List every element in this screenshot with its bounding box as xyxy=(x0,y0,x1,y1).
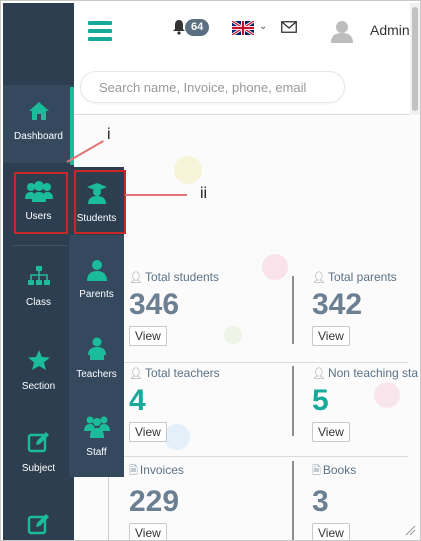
sidebar-item-dashboard[interactable]: Dashboard xyxy=(3,85,74,163)
group-icon xyxy=(83,416,110,438)
submenu-item-label: Staff xyxy=(86,447,107,458)
submenu-item-label: Teachers xyxy=(76,369,117,380)
annotation-label-i: i xyxy=(107,126,111,143)
scrollbar-thumb[interactable] xyxy=(412,7,418,111)
submenu-item-teachers[interactable]: Teachers xyxy=(69,333,124,393)
stat-title: Total students xyxy=(144,270,220,284)
bell-icon[interactable] xyxy=(172,19,186,35)
highlight-users xyxy=(14,172,68,234)
decor-bubble xyxy=(262,254,288,280)
sidebar-item-label: Dashboard xyxy=(14,131,63,142)
stat-value: 346 xyxy=(129,288,180,321)
divider xyxy=(292,461,294,540)
home-icon xyxy=(28,102,49,120)
stat-invoices: 🗎︎ Invoices 229 View xyxy=(129,462,184,540)
stat-title: Non teaching sta xyxy=(327,366,419,380)
stat-value: 4 xyxy=(129,384,146,417)
submenu-item-staff[interactable]: Staff xyxy=(69,411,124,471)
document-icon: 🗎︎ xyxy=(129,465,138,477)
divider xyxy=(292,366,294,436)
view-button[interactable]: View xyxy=(312,326,350,346)
stat-non-teaching-staff: 👤︎ Non teaching sta 5 View xyxy=(312,366,418,442)
user-icon xyxy=(86,260,107,281)
divider xyxy=(13,245,68,246)
divider xyxy=(292,276,294,344)
document-icon: 🗎︎ xyxy=(312,465,321,477)
decor-bubble xyxy=(224,326,242,344)
submenu-item-parents[interactable]: Parents xyxy=(69,255,124,315)
stat-title: Total parents xyxy=(327,270,397,284)
sidebar-item-label: Class xyxy=(25,297,51,308)
stat-title: Books xyxy=(322,463,357,477)
active-indicator xyxy=(70,87,74,165)
teacher-icon xyxy=(87,337,106,360)
chevron-down-icon[interactable]: ⌄ xyxy=(259,21,267,32)
stat-value: 5 xyxy=(312,384,329,417)
user-icon: 👤︎ xyxy=(312,272,326,284)
star-icon xyxy=(27,350,50,370)
sidebar-item-section[interactable]: Section xyxy=(3,333,74,411)
stat-total-parents: 👤︎ Total parents 342 View xyxy=(312,270,397,346)
divider xyxy=(108,362,408,363)
stat-total-teachers: 👤︎ Total teachers 4 View xyxy=(129,366,220,442)
view-button[interactable]: View xyxy=(129,326,167,346)
edit-icon xyxy=(27,432,49,453)
sidebar: Dashboard Users Class Section Subject xyxy=(3,3,74,540)
app-frame: 👤︎ Total students 346 View 👤︎ Total parent… xyxy=(0,0,421,541)
stat-value: 3 xyxy=(312,485,329,518)
sidebar-item-class[interactable]: Class xyxy=(3,249,74,327)
annotation-line-ii xyxy=(125,194,187,196)
resize-grip-icon[interactable] xyxy=(404,524,416,536)
view-button[interactable]: View xyxy=(312,523,350,540)
stat-title: Invoices xyxy=(139,463,184,477)
user-name[interactable]: Admin xyxy=(370,22,410,38)
stat-title: Total teachers xyxy=(144,366,220,380)
sidebar-item-subject[interactable]: Subject xyxy=(3,415,74,493)
decor-bubble xyxy=(174,156,202,184)
user-icon: 👤︎ xyxy=(129,272,143,284)
top-bar: 64 ⌄ Admin xyxy=(74,3,410,115)
highlight-students xyxy=(74,170,126,234)
edit-icon[interactable] xyxy=(27,513,51,535)
user-icon: 👤︎ xyxy=(312,368,326,380)
user-icon: 👤︎ xyxy=(129,368,143,380)
divider xyxy=(108,456,408,457)
notification-badge: 64 xyxy=(185,19,210,36)
sidebar-item-label: Section xyxy=(21,381,56,392)
sidebar-item-label: Subject xyxy=(21,463,56,474)
annotation-label-ii: ii xyxy=(200,185,208,202)
mail-icon[interactable] xyxy=(281,21,297,33)
sitemap-icon xyxy=(27,266,50,285)
view-button[interactable]: View xyxy=(129,422,167,442)
stat-total-students: 👤︎ Total students 346 View xyxy=(129,270,219,346)
search-input[interactable] xyxy=(81,72,344,102)
scrollbar[interactable] xyxy=(410,3,420,115)
stat-value: 229 xyxy=(129,485,180,518)
uk-flag-icon[interactable] xyxy=(232,21,254,35)
submenu-item-label: Parents xyxy=(79,289,114,300)
menu-toggle-icon[interactable] xyxy=(88,21,112,41)
avatar[interactable] xyxy=(330,19,354,43)
stat-books: 🗎︎ Books 3 View xyxy=(312,462,356,540)
view-button[interactable]: View xyxy=(312,422,350,442)
search-box[interactable] xyxy=(80,71,345,103)
view-button[interactable]: View xyxy=(129,523,167,540)
stat-value: 342 xyxy=(312,288,363,321)
